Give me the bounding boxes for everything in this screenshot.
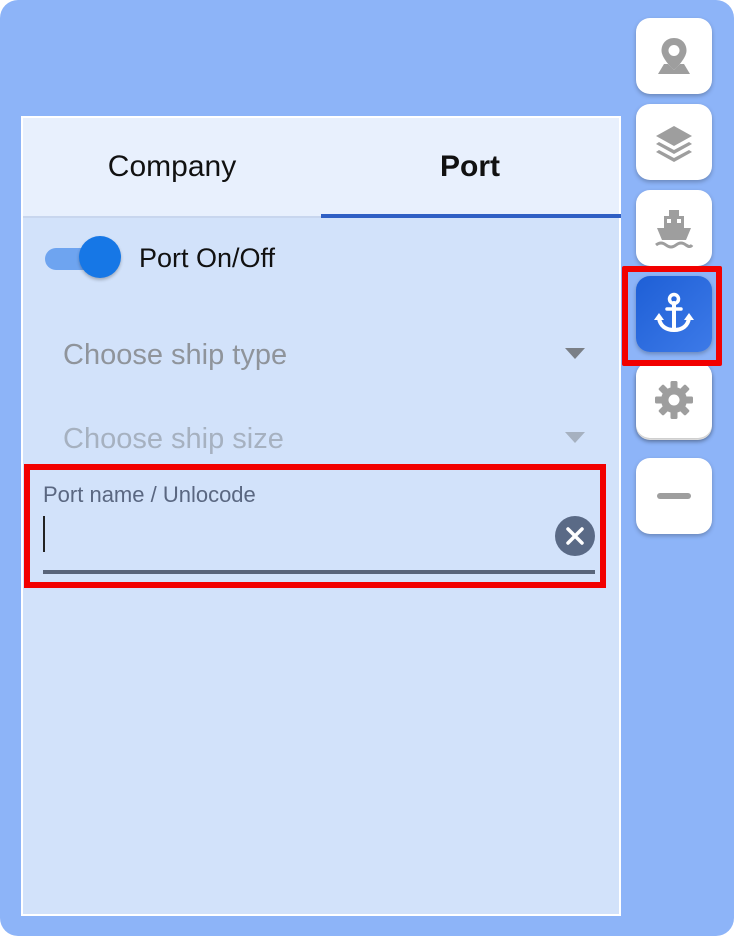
layers-button[interactable] [636, 104, 712, 180]
zoom-out-button[interactable] [636, 458, 712, 534]
port-name-field[interactable]: Port name / Unlocode [24, 464, 606, 588]
active-button-highlight [622, 266, 722, 366]
close-icon [566, 527, 584, 545]
port-toggle-row: Port On/Off [43, 236, 275, 280]
vessels-button[interactable] [636, 190, 712, 266]
active-tab-indicator [321, 214, 621, 218]
tab-bar: Company Port [23, 118, 621, 218]
text-cursor [43, 516, 45, 552]
ship-type-select[interactable]: Choose ship type [63, 330, 585, 380]
port-toggle-switch[interactable] [43, 236, 123, 280]
tab-port[interactable]: Port [321, 118, 619, 216]
tab-company[interactable]: Company [23, 118, 321, 216]
ship-icon [655, 210, 694, 249]
ship-size-placeholder: Choose ship size [63, 422, 284, 455]
clear-input-button[interactable] [555, 516, 595, 556]
minus-icon [657, 493, 691, 499]
settings-button[interactable] [636, 362, 712, 438]
port-name-label: Port name / Unlocode [43, 482, 256, 507]
map-marker-button[interactable] [636, 18, 712, 94]
ship-size-select[interactable]: Choose ship size [63, 414, 585, 464]
gear-icon [655, 381, 693, 419]
field-underline [43, 570, 595, 574]
layers-icon [656, 126, 692, 162]
chevron-down-icon [565, 432, 585, 443]
ship-type-placeholder: Choose ship type [63, 338, 288, 371]
port-toggle-label: Port On/Off [139, 242, 276, 273]
map-pin-icon [658, 38, 690, 74]
chevron-down-icon [565, 348, 585, 359]
toggle-knob [79, 236, 121, 278]
